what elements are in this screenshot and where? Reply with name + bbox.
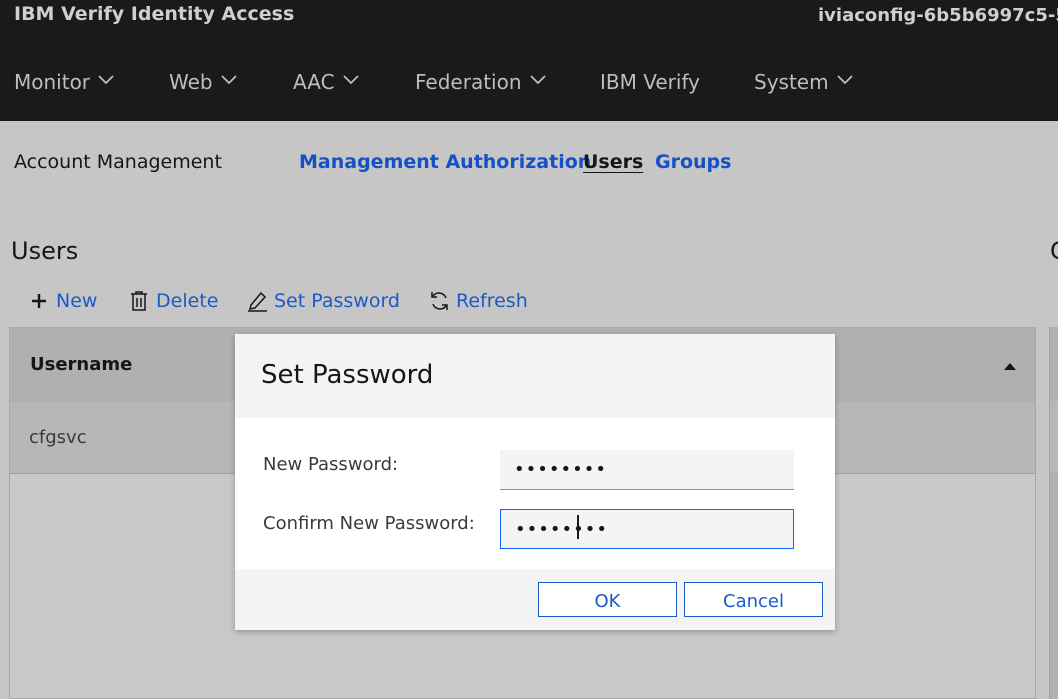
text-cursor <box>577 515 579 539</box>
new-password-label: New Password: <box>263 454 399 475</box>
nav-system[interactable]: System <box>754 70 855 94</box>
app-title: IBM Verify Identity Access <box>14 3 295 25</box>
dialog-header: Set Password <box>235 334 835 418</box>
refresh-button[interactable]: Refresh <box>429 289 528 313</box>
trash-icon <box>129 290 149 312</box>
nav-aac-label: AAC <box>293 70 335 94</box>
refresh-button-label: Refresh <box>456 290 528 312</box>
chevron-down-icon <box>220 75 239 89</box>
subnav-link-groups[interactable]: Groups <box>655 151 731 173</box>
confirm-password-input[interactable] <box>500 509 794 549</box>
nav-web-label: Web <box>169 70 213 94</box>
nav-ibm-verify-label: IBM Verify <box>600 70 700 94</box>
chevron-down-icon <box>98 75 116 89</box>
users-section-title: Users <box>11 237 79 265</box>
groups-section-title-fragment: G <box>1050 237 1058 265</box>
new-button[interactable]: New <box>30 289 97 313</box>
new-button-label: New <box>56 290 98 312</box>
sort-ascending-icon[interactable] <box>1003 356 1017 370</box>
subnav-link-users[interactable]: Users <box>583 151 643 173</box>
nav-ibm-verify[interactable]: IBM Verify <box>600 70 700 94</box>
groups-panel-edge <box>1049 327 1058 699</box>
set-password-dialog: Set Password New Password: Confirm New P… <box>235 334 835 630</box>
column-header-username[interactable]: Username <box>30 354 132 375</box>
set-password-button[interactable]: Set Password <box>247 289 400 313</box>
edit-icon <box>247 290 267 312</box>
username-cell: cfgsvc <box>29 427 87 448</box>
plus-icon <box>30 290 48 312</box>
set-password-button-label: Set Password <box>274 290 400 312</box>
refresh-icon <box>429 290 449 312</box>
nav-system-label: System <box>754 70 829 94</box>
subnav-link-management-authorization[interactable]: Management Authorization <box>299 151 591 173</box>
host-name: iviaconfig-6b5b6997c5-59 <box>818 5 1058 26</box>
ok-button[interactable]: OK <box>538 582 677 617</box>
dialog-title: Set Password <box>261 360 434 390</box>
chevron-down-icon <box>529 75 548 89</box>
delete-button[interactable]: Delete <box>129 289 218 313</box>
nav-federation[interactable]: Federation <box>415 70 548 94</box>
delete-button-label: Delete <box>156 290 219 312</box>
nav-monitor[interactable]: Monitor <box>14 70 116 94</box>
cancel-button[interactable]: Cancel <box>684 582 823 617</box>
nav-monitor-label: Monitor <box>14 70 91 94</box>
subnav-title: Account Management <box>14 151 222 173</box>
main-nav: Monitor Web AAC Federation IBM Verify Sy… <box>0 70 1058 100</box>
chevron-down-icon <box>836 75 855 89</box>
confirm-password-label: Confirm New Password: <box>263 513 475 534</box>
nav-federation-label: Federation <box>415 70 522 94</box>
chevron-down-icon <box>342 75 361 89</box>
nav-aac[interactable]: AAC <box>293 70 361 94</box>
nav-web[interactable]: Web <box>169 70 239 94</box>
new-password-input[interactable] <box>500 450 794 490</box>
groups-panel-row <box>1050 401 1058 472</box>
top-header: IBM Verify Identity Access iviaconfig-6b… <box>0 0 1058 121</box>
